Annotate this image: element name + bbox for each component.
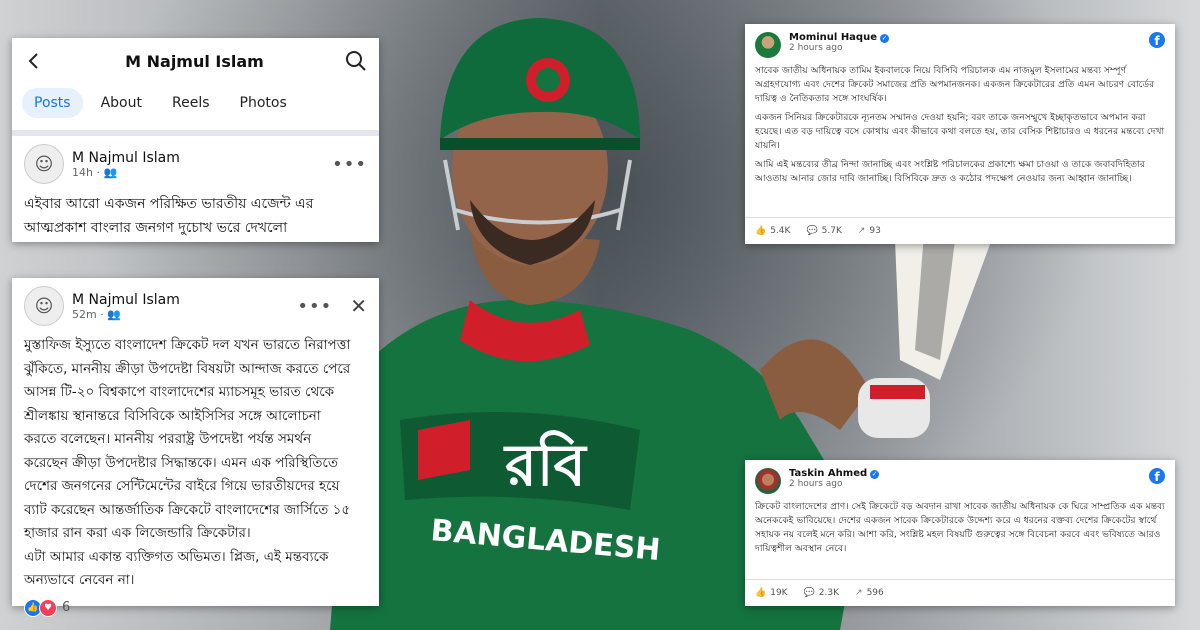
post-author[interactable]: Mominul Haque ✓ xyxy=(789,32,889,43)
comments-stat[interactable]: 💬 2.3K xyxy=(804,588,839,598)
post-author[interactable]: Taskin Ahmed ✓ xyxy=(789,468,880,479)
post-paragraph: সাবেক জাতীয় অধিনায়ক তামিম ইকবালকে নিয়… xyxy=(755,65,1155,104)
tab-about[interactable]: About xyxy=(89,88,154,118)
post-author[interactable]: M Najmul Islam xyxy=(72,292,180,308)
search-icon[interactable] xyxy=(345,50,367,72)
comments-stat[interactable]: 💬 5.7K xyxy=(806,226,841,236)
post-text-line: ব্যাট করেছেন আন্তর্জাতিক ক্রিকেটে বাংলাদ… xyxy=(24,501,351,518)
post-time: 52m xyxy=(72,307,97,321)
post-text: ক্রিকেট বাংলাদেশের প্রাণ। সেই ক্রিকেটে ব… xyxy=(745,498,1175,556)
engagement-bar: 👍 19K 💬 2.3K ↗ 596 xyxy=(745,579,1175,606)
post-header: ☺ M Najmul Islam 14h · 👥 ••• xyxy=(12,136,379,188)
profile-post-card: M Najmul Islam Posts About Reels Photos … xyxy=(12,38,379,242)
post-meta: 14h · 👥 xyxy=(72,165,118,179)
post-time: 2 hours ago xyxy=(789,479,843,489)
verified-badge-icon: ✓ xyxy=(880,34,889,43)
post-text-line: এইবার আরো একজন পরিক্ষিত ভারতীয় এজেন্ট এ… xyxy=(24,196,314,212)
post-card: ☺ M Najmul Islam 52m · 👥 ••• ✕ মুস্তাফিজ… xyxy=(12,278,379,617)
post-text-line: হাজার রান করা এক লিজেন্ডারি ক্রিকেটার। xyxy=(24,525,251,541)
reaction-summary[interactable]: 👍 ♥ 6 xyxy=(12,597,379,619)
tab-posts[interactable]: Posts xyxy=(22,88,83,118)
avatar[interactable]: ☺ xyxy=(24,144,64,184)
post-time: 14h xyxy=(72,165,93,179)
post-text: মুস্তাফিজ ইস্যুতে বাংলাদেশ ক্রিকেট দল যখ… xyxy=(12,330,379,597)
post-time: 2 hours ago xyxy=(789,43,843,53)
profile-title: M Najmul Islam xyxy=(125,51,264,71)
share-icon: ↗ xyxy=(855,588,863,598)
friends-icon: 👥 xyxy=(107,307,121,321)
like-icon: 👍 xyxy=(755,588,767,598)
post-paragraph: ক্রিকেট বাংলাদেশের প্রাণ। সেই ক্রিকেটে ব… xyxy=(755,501,1165,554)
jersey-sponsor-text: রবি xyxy=(503,430,587,499)
tab-reels[interactable]: Reels xyxy=(160,88,222,118)
post-header: ☺ M Najmul Islam 52m · 👥 ••• ✕ xyxy=(12,278,379,330)
comment-icon: 💬 xyxy=(803,588,815,598)
post-text-line: অন্যভাবে নেবেন না। xyxy=(24,572,135,588)
like-icon: 👍 xyxy=(755,226,767,236)
tab-photos[interactable]: Photos xyxy=(228,88,299,118)
post-text-line: আত্মপ্রকাশ বাংলার জনগণ দুচোখ ভরে দেখলো xyxy=(24,220,288,236)
post-text-line: ঝুঁকিতে, মাননীয় ক্রীড়া উপদেষ্টা বিষয়ট… xyxy=(24,360,351,377)
love-icon: ♥ xyxy=(39,598,57,617)
shares-stat[interactable]: ↗ 93 xyxy=(858,226,881,236)
reaction-count: 6 xyxy=(62,600,71,615)
post-paragraph: একজন সিনিয়র ক্রিকেটারকে ন্যূনতম সম্মানও… xyxy=(755,112,1165,151)
likes-stat[interactable]: 👍 5.4K xyxy=(755,226,790,236)
profile-header: M Najmul Islam xyxy=(12,38,379,84)
facebook-post-card: Mominul Haque ✓ 2 hours ago f সাবেক জাতীয… xyxy=(745,24,1175,244)
shares-stat[interactable]: ↗ 596 xyxy=(855,588,884,598)
facebook-logo-icon: f xyxy=(1149,32,1165,48)
share-icon: ↗ xyxy=(857,226,866,236)
post-header: Taskin Ahmed ✓ 2 hours ago f xyxy=(745,460,1175,498)
post-text-line: আসন্ন টি-২০ বিশ্বকাপে বাংলাদেশের ম্যাচসম… xyxy=(24,384,335,400)
more-options-icon[interactable]: ••• xyxy=(332,154,367,175)
avatar[interactable] xyxy=(755,468,781,494)
facebook-logo-icon: f xyxy=(1149,468,1165,484)
likes-stat[interactable]: 👍 19K xyxy=(755,588,788,598)
post-paragraph: আমি এই মন্তব্যের তীব্র নিন্দা জানাচ্ছি এ… xyxy=(755,159,1145,184)
engagement-bar: 👍 5.4K 💬 5.7K ↗ 93 xyxy=(745,217,1175,244)
post-text-line: মুস্তাফিজ ইস্যুতে বাংলাদেশ ক্রিকেট দল যখ… xyxy=(24,337,351,353)
post-text-line: এটা আমার একান্ত ব্যক্তিগত অভিমত। প্লিজ, … xyxy=(24,548,329,565)
avatar[interactable]: ☺ xyxy=(24,286,64,326)
facebook-post-card: Taskin Ahmed ✓ 2 hours ago f ক্রিকেট বাংল… xyxy=(745,460,1175,606)
post-text-line: করেছেন ক্রীড়া উপদেষ্টার সিদ্ধান্তকে। এম… xyxy=(24,454,338,471)
post-header: Mominul Haque ✓ 2 hours ago f xyxy=(745,24,1175,62)
verified-badge-icon: ✓ xyxy=(870,470,880,479)
post-text: সাবেক জাতীয় অধিনায়ক তামিম ইকবালকে নিয়… xyxy=(745,62,1175,186)
post-text-line: দেশের জনগনের সেন্টিমেন্টের বাইরে গিয়ে ভ… xyxy=(24,478,340,494)
profile-tabs: Posts About Reels Photos xyxy=(12,84,379,122)
comment-icon: 💬 xyxy=(806,226,818,236)
post-text: এইবার আরো একজন পরিক্ষিত ভারতীয় এজেন্ট এ… xyxy=(12,188,379,244)
post-text-line: করতে বলেছেন। মাননীয় পররাষ্ট্র উপদেষ্টা … xyxy=(24,431,312,447)
back-arrow-icon[interactable] xyxy=(24,51,44,71)
post-author[interactable]: M Najmul Islam xyxy=(72,150,180,166)
post-meta: 52m · 👥 xyxy=(72,307,121,321)
post-text-line: শ্রীলঙ্কায় স্থানান্তরে বিসিবিকে আইসিসির… xyxy=(24,407,321,424)
friends-icon: 👥 xyxy=(103,165,118,179)
avatar[interactable] xyxy=(755,32,781,58)
more-options-icon[interactable]: ••• xyxy=(297,296,332,317)
close-icon[interactable]: ✕ xyxy=(350,294,367,318)
